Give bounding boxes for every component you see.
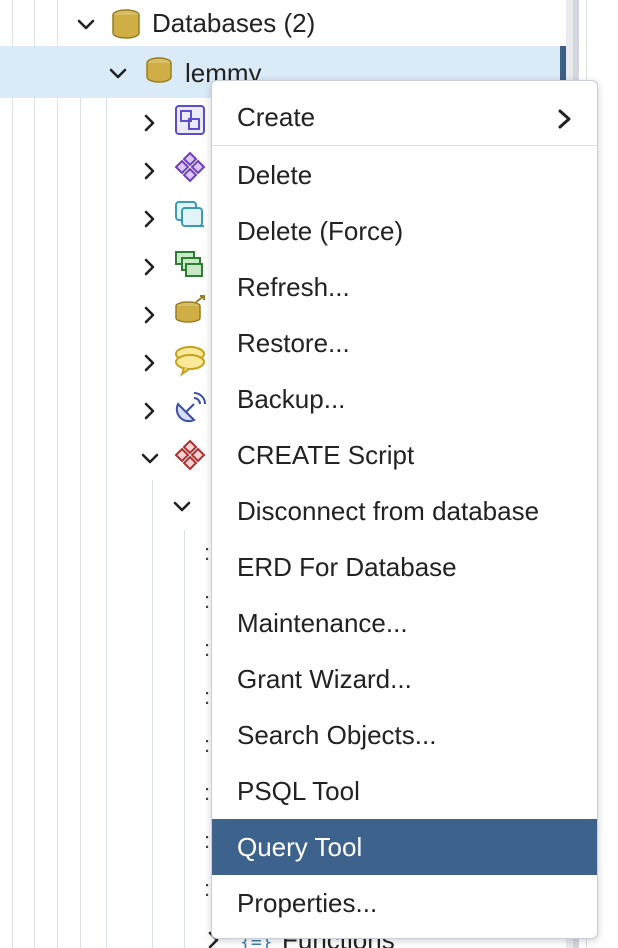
chevron-down-icon[interactable] (108, 64, 128, 84)
chevron-right-icon[interactable] (140, 113, 160, 133)
menu-separator (212, 145, 597, 146)
chevron-right-icon[interactable] (140, 305, 160, 325)
tree-connector: : (204, 828, 211, 853)
tree-guide-line (106, 98, 107, 948)
menu-item-properties[interactable]: Properties... (212, 875, 597, 931)
menu-item-label: Maintenance... (237, 607, 408, 638)
menu-item-query-tool[interactable]: Query Tool (212, 819, 597, 875)
tree-guide-line (34, 0, 35, 948)
tree-guide-line (12, 0, 13, 948)
menu-item-label: Grant Wizard... (237, 663, 412, 694)
context-menu: Create Delete Delete (Force) Refresh... … (211, 80, 598, 939)
menu-item-label: Backup... (237, 383, 346, 414)
menu-item-maintenance[interactable]: Maintenance... (212, 595, 597, 651)
tree-node-databases-label[interactable]: Databases (2) (152, 8, 315, 38)
menu-item-label: Create (237, 101, 316, 132)
menu-item-refresh[interactable]: Refresh... (212, 259, 597, 315)
menu-item-psql-tool[interactable]: PSQL Tool (212, 763, 597, 819)
menu-item-label: Query Tool (237, 831, 363, 862)
tree-guide-line (184, 530, 185, 948)
menu-item-delete[interactable]: Delete (212, 147, 597, 203)
tree-connector: : (204, 732, 211, 757)
publications-icon (172, 390, 208, 426)
menu-item-label: Refresh... (237, 271, 350, 302)
chevron-down-icon[interactable] (140, 449, 160, 469)
menu-item-label: Disconnect from database (237, 495, 540, 526)
chevron-right-icon[interactable] (140, 257, 160, 277)
menu-item-create-script[interactable]: CREATE Script (212, 427, 597, 483)
chevron-right-icon (557, 106, 573, 129)
menu-item-label: Properties... (237, 887, 378, 918)
pgadmin-browser: Databases (2) lemmy:::::::: {=} … (0, 0, 618, 948)
tree-guide-line (57, 0, 58, 948)
casts-icon (172, 102, 208, 138)
menu-item-erd[interactable]: ERD For Database (212, 539, 597, 595)
menu-item-search-objects[interactable]: Search Objects... (212, 707, 597, 763)
menu-item-label: Search Objects... (237, 719, 437, 750)
database-icon (142, 54, 178, 90)
tree-guide-line (152, 480, 153, 948)
catalogs-icon (172, 150, 208, 186)
tree-connector: : (204, 636, 211, 661)
menu-item-restore[interactable]: Restore... (212, 315, 597, 371)
chevron-down-icon[interactable] (172, 497, 192, 517)
tree-connector: : (204, 876, 211, 901)
menu-item-label: Delete (237, 159, 313, 190)
tree-connector: : (204, 780, 211, 805)
menu-item-grant-wizard[interactable]: Grant Wizard... (212, 651, 597, 707)
menu-item-disconnect[interactable]: Disconnect from database (212, 483, 597, 539)
tree-guide-line (80, 46, 81, 948)
menu-item-label: PSQL Tool (237, 775, 360, 806)
foreign-data-wrappers-icon (172, 294, 208, 330)
menu-item-label: ERD For Database (237, 551, 457, 582)
tree-connector: : (204, 540, 211, 565)
menu-item-create[interactable]: Create (212, 89, 597, 145)
tree-connector: : (204, 588, 211, 613)
extensions-icon (172, 246, 208, 282)
chevron-right-icon[interactable] (140, 161, 160, 181)
chevron-right-icon[interactable] (140, 209, 160, 229)
languages-icon (172, 342, 208, 378)
chevron-down-icon[interactable] (76, 15, 96, 35)
databases-icon (108, 6, 144, 42)
event-triggers-icon (172, 198, 208, 234)
menu-item-backup[interactable]: Backup... (212, 371, 597, 427)
chevron-right-icon[interactable] (140, 401, 160, 421)
menu-item-label: Restore... (237, 327, 350, 358)
menu-item-label: Delete (Force) (237, 215, 404, 246)
menu-item-label: CREATE Script (237, 439, 415, 470)
menu-item-delete-force[interactable]: Delete (Force) (212, 203, 597, 259)
tree-connector: : (204, 684, 211, 709)
chevron-right-icon[interactable] (140, 353, 160, 373)
schemas-icon (172, 438, 208, 474)
